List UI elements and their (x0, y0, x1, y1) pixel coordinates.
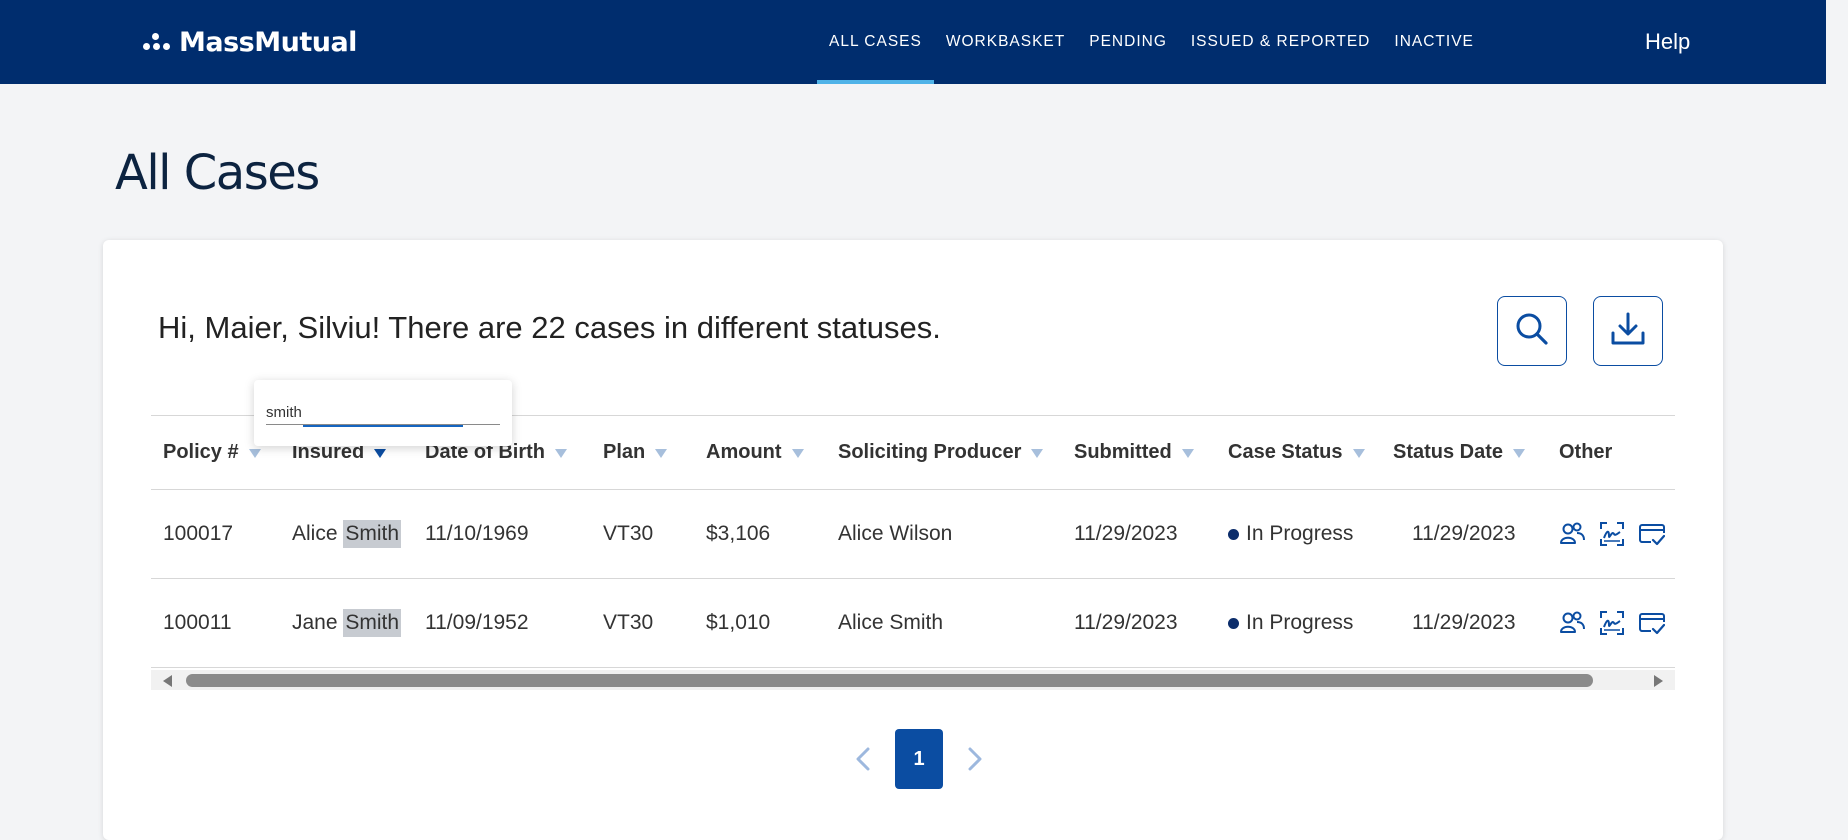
cases-card: Hi, Maier, Silviu! There are 22 cases in… (103, 240, 1723, 840)
status-dot (1228, 617, 1239, 629)
massmutual-logo[interactable]: MassMutual (141, 26, 357, 58)
col-producer: Soliciting Producer (838, 416, 1044, 489)
cell-case-status: In Progress (1228, 579, 1353, 667)
scroll-left-arrow-icon[interactable] (163, 675, 172, 687)
col-status-date-label: Status Date (1393, 441, 1504, 463)
insured-last-highlight: Smith (343, 609, 402, 637)
cell-insured: Alice Smith (292, 490, 402, 578)
nav-pending[interactable]: PENDING (1077, 0, 1179, 84)
submitted-filter-icon[interactable] (1181, 449, 1194, 458)
cell-insured: Jane Smith (292, 579, 402, 667)
col-amount: Amount (706, 416, 804, 489)
input-focus-underline (303, 425, 463, 427)
signature-icon[interactable] (1599, 610, 1625, 636)
insured-filter-icon[interactable] (374, 449, 387, 458)
col-other: Other (1559, 416, 1612, 489)
cell-other (1559, 490, 1665, 578)
nav-all-cases[interactable]: ALL CASES (817, 0, 934, 84)
scrollbar-thumb[interactable] (186, 674, 1593, 687)
col-policy-label: Policy # (163, 441, 239, 463)
plan-filter-icon[interactable] (655, 449, 668, 458)
pagination: 1 (843, 729, 995, 789)
greeting-suffix: cases in different statuses. (565, 310, 941, 345)
horizontal-scrollbar[interactable] (151, 670, 1675, 690)
col-case-status-label: Case Status (1228, 441, 1343, 463)
cell-dob: 11/09/1952 (425, 611, 529, 634)
table-row[interactable]: 100017 Alice Smith 11/10/1969 VT30 $3,10… (151, 490, 1675, 579)
col-plan: Plan (603, 416, 668, 489)
card-check-icon[interactable] (1639, 610, 1665, 636)
table-row[interactable]: 100011 Jane Smith 11/09/1952 VT30 $1,010… (151, 579, 1675, 668)
cell-amount: $1,010 (706, 611, 771, 634)
scroll-right-arrow-icon[interactable] (1654, 675, 1663, 687)
signature-icon[interactable] (1599, 521, 1625, 547)
chevron-right-icon (968, 747, 982, 771)
status-dot (1228, 528, 1239, 540)
status-text: In Progress (1246, 611, 1354, 634)
cell-amount: $3,106 (706, 522, 771, 545)
greeting-text: Hi, Maier, Silviu! There are 22 cases in… (158, 310, 941, 346)
col-amount-label: Amount (706, 441, 782, 463)
col-plan-label: Plan (603, 441, 646, 463)
top-navigation-bar: MassMutual ALL CASES WORKBASKET PENDING … (0, 0, 1826, 84)
cell-policy[interactable]: 100017 (163, 490, 233, 578)
policy-filter-icon[interactable] (248, 449, 261, 458)
col-submitted: Submitted (1074, 416, 1194, 489)
help-link[interactable]: Help (1645, 29, 1690, 55)
cell-status-date: 11/29/2023 (1412, 522, 1516, 545)
insured-last-highlight: Smith (343, 520, 402, 548)
insured-first: Jane (292, 611, 338, 634)
amount-filter-icon[interactable] (791, 449, 804, 458)
prev-page-button[interactable] (843, 729, 883, 789)
cell-other (1559, 579, 1665, 667)
nav-inactive[interactable]: INACTIVE (1382, 0, 1485, 84)
greeting-prefix: Hi, Maier, Silviu! There are (158, 310, 532, 345)
download-icon (1610, 311, 1646, 352)
cell-dob: 11/10/1969 (425, 522, 529, 545)
search-button[interactable] (1497, 296, 1567, 366)
cell-producer: Alice Wilson (838, 522, 953, 545)
insured-filter-input[interactable] (266, 400, 500, 425)
cell-submitted: 11/29/2023 (1074, 611, 1178, 634)
insured-first: Alice (292, 522, 338, 545)
page-1-button[interactable]: 1 (895, 729, 943, 789)
download-button[interactable] (1593, 296, 1663, 366)
cell-plan: VT30 (603, 611, 654, 634)
people-icon[interactable] (1559, 521, 1585, 547)
cases-table: Policy # Insured Date of Birth Plan Amou… (151, 415, 1675, 668)
case-status-filter-icon[interactable] (1352, 449, 1365, 458)
status-date-filter-icon[interactable] (1513, 449, 1526, 458)
col-policy: Policy # (163, 416, 261, 489)
col-submitted-label: Submitted (1074, 441, 1172, 463)
next-page-button[interactable] (955, 729, 995, 789)
cell-submitted: 11/29/2023 (1074, 522, 1178, 545)
col-producer-label: Soliciting Producer (838, 441, 1022, 463)
main-nav: ALL CASES WORKBASKET PENDING ISSUED & RE… (817, 0, 1486, 84)
cell-policy[interactable]: 100011 (163, 579, 232, 667)
cell-case-status: In Progress (1228, 490, 1353, 578)
producer-filter-icon[interactable] (1031, 449, 1044, 458)
search-icon (1514, 311, 1550, 352)
brand-name: MassMutual (179, 26, 357, 58)
dob-filter-icon[interactable] (555, 449, 567, 458)
insured-filter-popup (254, 380, 512, 446)
nav-issued-reported[interactable]: ISSUED & REPORTED (1179, 0, 1383, 84)
logo-dots-icon (141, 30, 173, 54)
nav-workbasket[interactable]: WORKBASKET (934, 0, 1077, 84)
cell-producer: Alice Smith (838, 611, 944, 634)
col-other-label: Other (1559, 441, 1613, 463)
case-count: 22 (531, 310, 566, 345)
cell-plan: VT30 (603, 522, 654, 545)
cell-status-date: 11/29/2023 (1412, 611, 1516, 634)
people-icon[interactable] (1559, 610, 1585, 636)
page-title: All Cases (115, 145, 320, 201)
chevron-left-icon (856, 747, 870, 771)
col-case-status: Case Status (1228, 416, 1365, 489)
status-text: In Progress (1246, 522, 1354, 545)
col-status-date: Status Date (1393, 416, 1526, 489)
card-check-icon[interactable] (1639, 521, 1665, 547)
